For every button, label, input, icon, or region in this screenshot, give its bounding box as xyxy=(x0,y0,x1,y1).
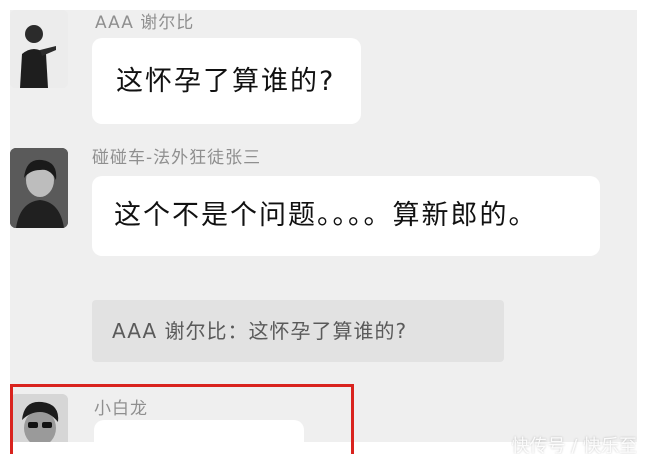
watermark: 快传号 / 快乐至 xyxy=(511,436,637,454)
message-bubble[interactable]: 这怀孕了算谁的? xyxy=(92,38,362,124)
person-avatar-icon xyxy=(10,148,68,228)
chat-area[interactable]: AAA 谢尔比 这怀孕了算谁的? 碰碰车-法外狂徒张三 这个不是个问题。。。。算… xyxy=(10,10,637,442)
sender-name: 碰碰车-法外狂徒张三 xyxy=(92,148,262,168)
person-avatar-icon xyxy=(10,394,68,442)
quoted-message[interactable]: AAA 谢尔比：这怀孕了算谁的? xyxy=(92,300,504,362)
avatar[interactable] xyxy=(10,10,68,88)
message-bubble[interactable]: 这个不是个问题。。。。算新郎的。 xyxy=(92,176,600,256)
avatar[interactable] xyxy=(10,148,68,228)
sender-name: 小白龙 xyxy=(94,399,148,419)
avatar[interactable] xyxy=(10,394,68,442)
screenshot-frame: AAA 谢尔比 这怀孕了算谁的? 碰碰车-法外狂徒张三 这个不是个问题。。。。算… xyxy=(0,0,645,454)
person-avatar-icon xyxy=(10,10,68,88)
sender-name: AAA 谢尔比 xyxy=(95,13,195,33)
message-bubble[interactable] xyxy=(94,420,304,442)
